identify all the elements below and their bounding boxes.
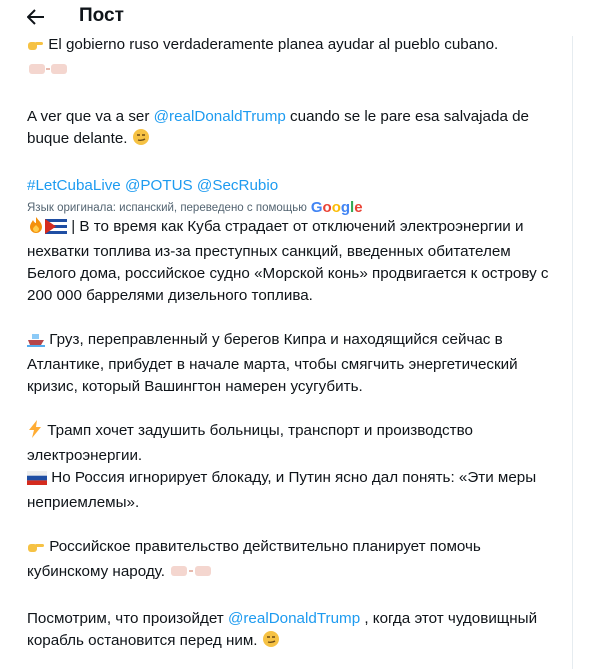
pointing-hand-icon xyxy=(27,538,45,561)
pointing-hand-icon xyxy=(27,36,44,59)
original-line-1: El gobierno ruso verdaderamente planea a… xyxy=(27,34,557,59)
fire-icon xyxy=(27,216,45,241)
smirk-face-icon xyxy=(132,128,150,153)
original-line-2: A ver que va a ser @realDonaldTrump cuan… xyxy=(27,106,557,153)
hashtags-line[interactable]: #LetCubaLive @POTUS @SecRubio xyxy=(27,175,557,197)
cuba-flag-icon xyxy=(45,219,67,241)
mention-realdonaldtrump[interactable]: @realDonaldTrump xyxy=(154,108,286,125)
fist-bump-line-1 xyxy=(27,59,557,84)
russia-flag-icon xyxy=(27,470,47,492)
back-arrow-icon xyxy=(27,9,44,25)
fist-bump-icon xyxy=(169,563,213,586)
back-button[interactable] xyxy=(24,6,48,28)
google-logo[interactable]: Google xyxy=(311,200,363,216)
lightning-icon xyxy=(27,420,43,445)
page-title: Пост xyxy=(79,5,124,26)
translated-para-2: Груз, переправленный у берегов Кипра и н… xyxy=(27,331,518,395)
translated-para-3a: Трамп хочет задушить больницы, транспорт… xyxy=(27,420,473,464)
translated-para-4: Российское правительство действительно п… xyxy=(27,536,557,586)
column-divider xyxy=(572,0,573,669)
translated-para-3b: Но Россия игнорирует блокаду, и Путин яс… xyxy=(27,469,537,511)
header-bar: Пост xyxy=(0,0,573,36)
translated-para-5: Посмотрим, что произойдет @realDonaldTru… xyxy=(27,608,557,655)
fist-bump-icon xyxy=(27,61,69,84)
post-body: El gobierno ruso verdaderamente planea a… xyxy=(27,34,557,655)
translated-para-1: | В то время как Куба страдает от отключ… xyxy=(27,216,549,304)
translation-notice: Язык оригинала: испанский, переведено с … xyxy=(27,199,363,216)
mention-realdonaldtrump-2[interactable]: @realDonaldTrump xyxy=(228,610,360,627)
ship-icon xyxy=(27,331,45,354)
smirk-face-icon xyxy=(262,630,280,655)
